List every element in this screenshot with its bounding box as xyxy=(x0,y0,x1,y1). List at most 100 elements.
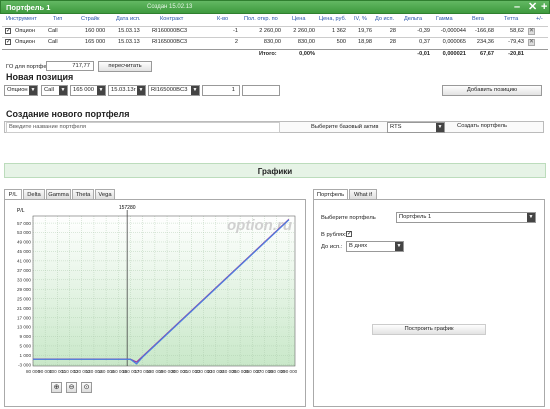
total-pct: 0,00% xyxy=(299,51,315,57)
delete-row-button[interactable]: ✕ xyxy=(528,39,535,46)
qty-field[interactable]: 1 xyxy=(202,85,240,96)
delete-row-button[interactable]: ✕ xyxy=(528,28,535,35)
chevron-down-icon: ▼ xyxy=(29,86,37,95)
create-portfolio-button[interactable]: Создать портфель xyxy=(449,122,515,133)
cell-delta: -0,39 xyxy=(417,28,430,34)
col-plus-minus[interactable]: +/- xyxy=(536,16,543,22)
add-button[interactable]: + xyxy=(541,1,547,14)
new-position-heading: Новая позиция xyxy=(6,72,74,82)
expiry-select[interactable]: В днях ▼ xyxy=(346,241,404,252)
col-strike[interactable]: Страйк xyxy=(81,16,99,22)
portfolio-name-input[interactable]: Введите название портфеля xyxy=(6,122,280,133)
asset-select[interactable]: RTS ▼ xyxy=(387,122,445,133)
cell-price-rub: 500 xyxy=(336,39,346,45)
y-tick-label: 9 000 xyxy=(20,334,32,339)
col-contract[interactable]: Контракт xyxy=(160,16,183,22)
asset-label: Выберите базовый актив xyxy=(311,124,379,130)
y-tick-label: 1 000 xyxy=(20,353,32,358)
total-vega: 67,67 xyxy=(480,51,494,57)
zoom-reset-icon[interactable]: ⊙ xyxy=(81,382,92,393)
chevron-down-icon: ▼ xyxy=(436,123,444,132)
col-vega[interactable]: Вега xyxy=(472,16,484,22)
cell-qty: -1 xyxy=(233,28,238,34)
col-price[interactable]: Цена xyxy=(292,16,305,22)
rub-checkbox[interactable]: ✓ xyxy=(346,231,352,237)
chevron-down-icon: ▼ xyxy=(97,86,105,95)
chevron-down-icon: ▼ xyxy=(527,213,535,222)
row-checkbox[interactable]: ✓ xyxy=(5,28,11,34)
x-tick-label: 290 000 xyxy=(281,369,298,374)
zoom-in-icon[interactable]: ⊕ xyxy=(51,382,62,393)
new-portfolio-heading: Создание нового портфеля xyxy=(6,109,130,119)
y-tick-label: 5 000 xyxy=(20,344,32,349)
cell-iv: 18,98 xyxy=(358,39,372,45)
col-open[interactable]: Пол. откр. по xyxy=(244,16,278,22)
cell-date: 15.03.13 xyxy=(118,39,140,45)
col-theta[interactable]: Тетта xyxy=(504,16,518,22)
y-tick-label: 57 000 xyxy=(17,221,31,226)
date-select[interactable]: 15.03.13г ▼ xyxy=(108,85,146,96)
portfolio-title: Портфель 1 xyxy=(6,3,51,12)
col-type[interactable]: Тип xyxy=(53,16,62,22)
portfolio-select[interactable]: Портфель 1 ▼ xyxy=(396,212,536,223)
table-total-row: Итого: 0,00% -0,01 0,000021 67,67 -20,81 xyxy=(2,49,548,59)
total-gamma: 0,000021 xyxy=(442,51,466,57)
col-days[interactable]: До исп. xyxy=(375,16,394,22)
cell-theta: 58,62 xyxy=(510,28,524,34)
col-gamma[interactable]: Гамма xyxy=(436,16,453,22)
col-qty[interactable]: К-во xyxy=(217,16,228,22)
table-header: Инструмент Тип Страйк Дата исп. Контракт… xyxy=(2,15,548,25)
graphs-section-bar: Графики xyxy=(4,163,546,178)
row-checkbox[interactable]: ✓ xyxy=(5,39,11,45)
chevron-down-icon: ▼ xyxy=(395,242,403,251)
total-delta: -0,01 xyxy=(417,51,430,57)
col-instrument[interactable]: Инструмент xyxy=(6,16,37,22)
cell-price-rub: 1 362 xyxy=(332,28,346,34)
cell-price: 2 260,00 xyxy=(293,28,315,34)
strike-select[interactable]: 165 000 ▼ xyxy=(70,85,106,96)
y-tick-label: 49 000 xyxy=(17,240,31,245)
instrument-select[interactable]: Опцион ▼ xyxy=(4,85,38,96)
col-delta[interactable]: Дельта xyxy=(404,16,422,22)
zoom-out-icon[interactable]: ⊖ xyxy=(66,382,77,393)
extra-field[interactable] xyxy=(242,85,280,96)
y-tick-label: 33 000 xyxy=(17,277,31,282)
add-position-button[interactable]: Добавить позицию xyxy=(442,85,542,96)
table-row: ✓ Опцион Call 160 000 15.03.13 RI160000B… xyxy=(2,26,548,36)
cell-delta: 0,37 xyxy=(419,39,430,45)
minimize-button[interactable]: – xyxy=(514,1,520,14)
right-pane: Выберите портфель Портфель 1 ▼ В рублях: … xyxy=(313,199,545,407)
cell-gamma: 0,000065 xyxy=(442,39,466,45)
y-tick-label: 25 000 xyxy=(17,296,31,301)
recalc-button[interactable]: пересчитать xyxy=(98,61,152,72)
contract-select[interactable]: RI165000BC3 ▼ xyxy=(148,85,200,96)
col-date[interactable]: Дата исп. xyxy=(116,16,140,22)
cell-strike: 165 000 xyxy=(85,39,106,45)
cell-qty: 2 xyxy=(234,39,238,45)
pl-chart: P/L option.ru 57 00053 00049 00045 00041… xyxy=(17,205,298,374)
build-chart-button[interactable]: Построить график xyxy=(372,324,486,335)
col-iv[interactable]: IV, % xyxy=(354,16,367,22)
y-tick-label: 41 000 xyxy=(17,259,31,264)
go-value-field[interactable]: 717,77 xyxy=(46,61,94,71)
y-tick-label: -3 000 xyxy=(18,363,31,368)
cell-days: 28 xyxy=(389,39,396,45)
col-price-rub[interactable]: Цена, руб. xyxy=(319,16,346,22)
y-tick-label: 53 000 xyxy=(17,230,31,235)
chevron-down-icon: ▼ xyxy=(191,86,199,95)
cell-instrument: Опцион xyxy=(15,39,35,45)
y-tick-label: 29 000 xyxy=(17,287,31,292)
expiry-label: До исп.: xyxy=(321,244,343,250)
total-theta: -20,81 xyxy=(508,51,524,57)
cell-gamma: -0,000044 xyxy=(440,28,466,34)
type-select[interactable]: Call ▼ xyxy=(41,85,68,96)
y-tick-label: 13 000 xyxy=(17,325,31,330)
table-row: ✓ Опцион Call 165 000 15.03.13 RI165000B… xyxy=(2,37,548,47)
y-tick-label: 45 000 xyxy=(17,249,31,254)
cell-type: Call xyxy=(48,39,58,45)
y-tick-label: 21 000 xyxy=(17,306,31,311)
cell-open: 2 260,00 xyxy=(259,28,281,34)
portfolio-select-label: Выберите портфель xyxy=(321,215,376,221)
close-button[interactable]: ✕ xyxy=(528,1,537,14)
portfolio-header: Портфель 1 Создан 15.02.13 – ✕ + xyxy=(0,0,550,14)
